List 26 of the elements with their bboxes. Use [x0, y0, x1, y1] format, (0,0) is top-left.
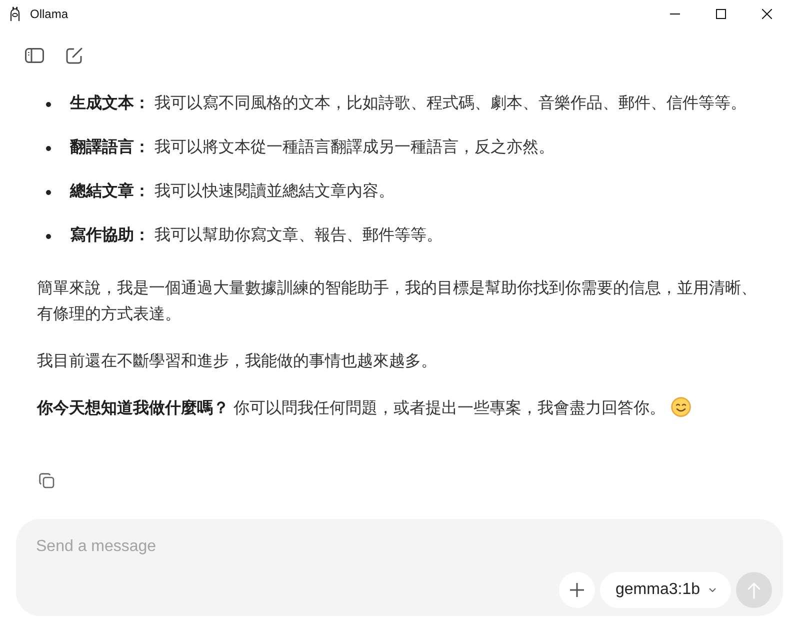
bullet-icon	[46, 234, 51, 238]
list-item-text: 總結文章： 我可以快速閱讀並總結文章內容。	[70, 181, 394, 202]
list-item-text: 翻譯語言： 我可以將文本從一種語言翻譯成另一種語言，反之亦然。	[70, 137, 554, 158]
maximize-icon	[716, 9, 726, 19]
list-item-text: 生成文本： 我可以寫不同風格的文本，比如詩歌、程式碼、劇本、音樂作品、郵件、信件等等。	[70, 93, 746, 114]
paragraph-text: 我目前還在不斷學習和進步，我能做的事情也越來越多。	[37, 353, 437, 370]
list-item-text: 寫作協助： 我可以幫助你寫文章、報告、郵件等等。	[70, 225, 442, 246]
window-title: Ollama	[30, 6, 68, 23]
compose-icon	[66, 46, 82, 64]
copy-button[interactable]	[39, 473, 55, 489]
plus-icon	[570, 583, 584, 597]
smiley-icon	[671, 397, 692, 417]
sidebar-icon	[24, 48, 44, 62]
close-icon	[762, 9, 772, 19]
copy-icon	[39, 473, 55, 489]
model-selector[interactable]: gemma3:1b	[600, 572, 731, 608]
arrow-up-icon	[747, 582, 761, 598]
bullet-icon	[46, 102, 51, 106]
llama-icon	[8, 6, 22, 22]
message-field[interactable]: Send a message gemma3:1b	[16, 519, 783, 616]
bullet-icon	[46, 190, 51, 194]
attach-button[interactable]	[558, 572, 594, 608]
bullet-icon	[46, 146, 51, 150]
chevron-icon	[709, 588, 716, 592]
paragraph-text: 你今天想知道我做什麼嗎？ 你可以問我任何問題，或者提出一些專案，我會盡力回答你。	[37, 400, 666, 417]
paragraph-text: 簡單來說，我是一個通過大量數據訓練的智能助手，我的目標是幫助你找到你需要的信息，並用清晰、有條理的方式表達。	[37, 280, 757, 323]
